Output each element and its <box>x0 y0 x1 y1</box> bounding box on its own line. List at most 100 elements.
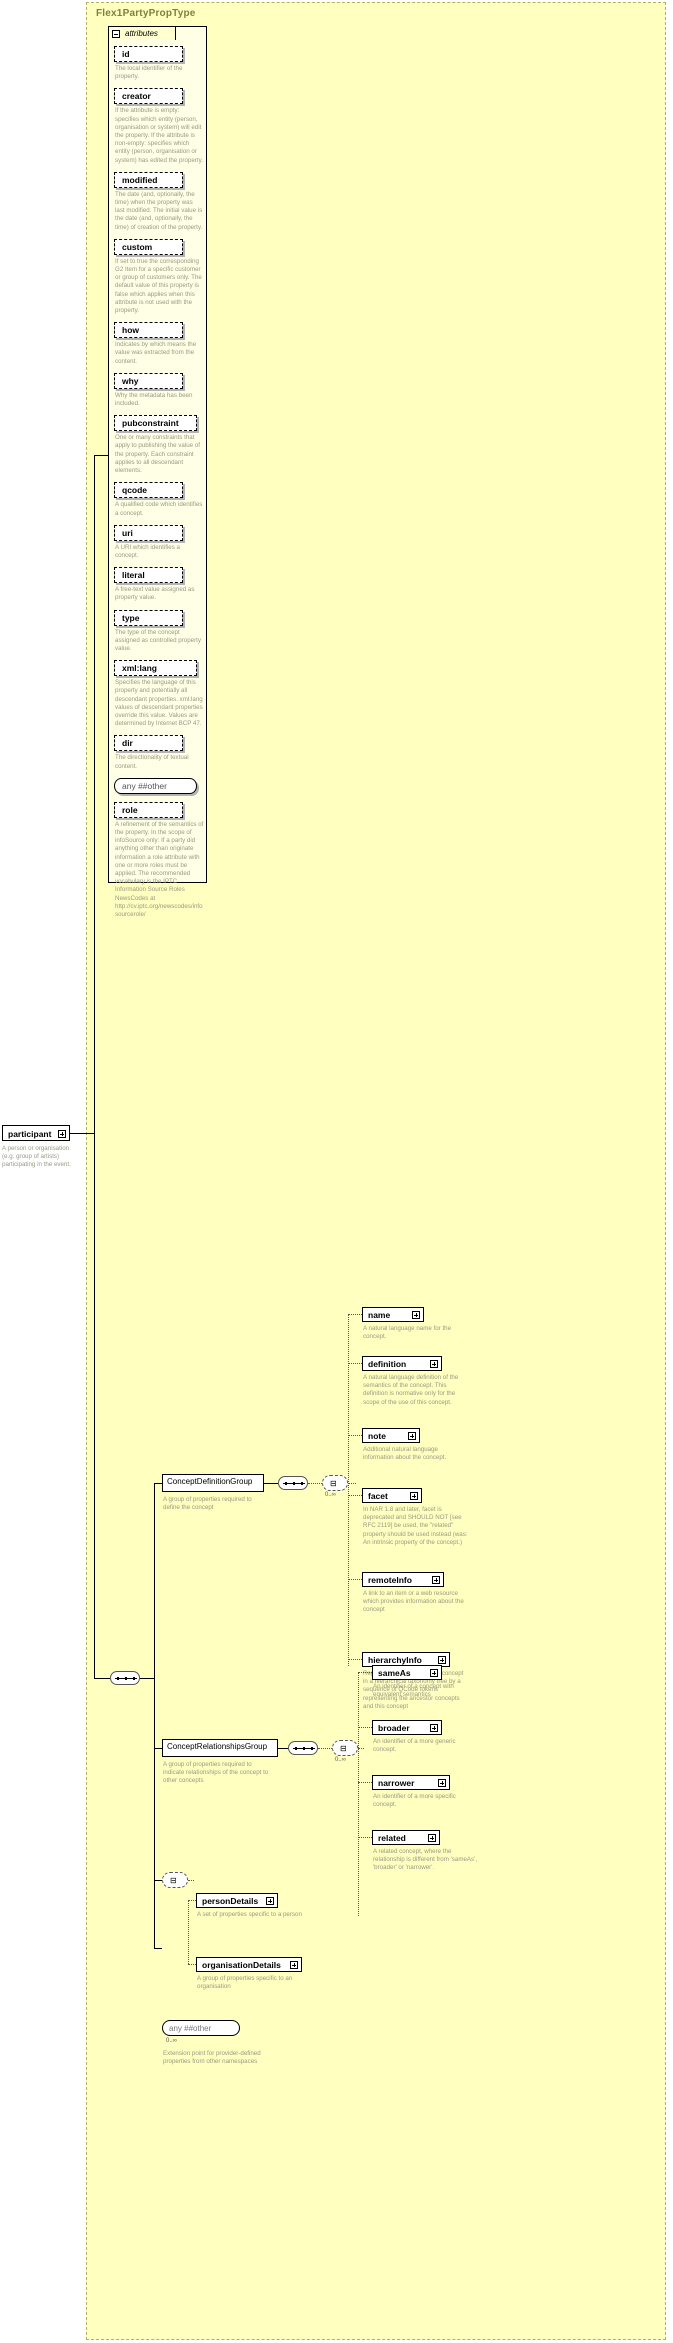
element-label: remoteInfo <box>368 1575 412 1585</box>
element-label: name <box>368 1310 391 1320</box>
attribute-description: A refinement of the semantics of the pro… <box>115 820 204 918</box>
expand-icon[interactable] <box>428 1834 436 1842</box>
attribute-item[interactable]: why Why the metadata has been included. <box>114 371 204 408</box>
expand-icon[interactable] <box>430 1669 438 1677</box>
attribute-type[interactable]: type <box>114 609 183 626</box>
attribute-role[interactable]: role <box>114 801 183 818</box>
choice-connector-relationships[interactable]: ⊟ <box>332 1740 358 1756</box>
expand-icon[interactable] <box>430 1724 438 1732</box>
attribute-creator[interactable]: creator <box>114 88 183 105</box>
connector-line <box>188 1900 196 1901</box>
element-participant[interactable]: participant <box>2 1125 70 1141</box>
element-description: A set of properties specific to a person <box>197 1911 302 1918</box>
attribute-qcode[interactable]: qcode <box>114 482 183 499</box>
attribute-item[interactable]: dir The directionality of textual conten… <box>114 733 204 770</box>
connector-line <box>358 1672 372 1673</box>
connector-line <box>154 1483 155 1948</box>
element-label: any ##other <box>169 2024 212 2033</box>
sequence-connector[interactable] <box>110 1671 140 1685</box>
group-description: A group of properties required to define… <box>163 1496 252 1512</box>
attribute-item[interactable]: literal A free-text value assigned as pr… <box>114 565 204 602</box>
choice-icon: ⊟ <box>340 1744 347 1753</box>
attribute-dir[interactable]: dir <box>114 735 183 752</box>
expand-icon[interactable] <box>58 1130 66 1138</box>
choice-connector-details[interactable]: ⊟ <box>162 1872 188 1888</box>
element-definition[interactable]: definition <box>362 1356 442 1371</box>
attribute-item[interactable]: pubconstraint One or many constraints th… <box>114 413 204 475</box>
sequence-connector[interactable] <box>278 1476 308 1490</box>
element-related[interactable]: related <box>372 1830 440 1845</box>
attribute-item[interactable]: how Indicates by which means the value w… <box>114 320 204 366</box>
element-any-other[interactable]: any ##other <box>162 2020 240 2036</box>
element-description: Additional natural language information … <box>363 1446 447 1462</box>
attribute-item[interactable]: creator If the attribute is empty: speci… <box>114 86 204 164</box>
attribute-item[interactable]: custom If set to true the corresponding … <box>114 237 204 315</box>
attribute-uri[interactable]: uri <box>114 524 183 541</box>
occurrence-label: 0..∞ <box>166 2038 177 2044</box>
attribute-why[interactable]: why <box>114 372 183 389</box>
expand-icon[interactable] <box>432 1576 440 1584</box>
expand-icon[interactable] <box>412 1311 420 1319</box>
element-note[interactable]: note <box>362 1428 420 1443</box>
element-label: broader <box>378 1723 410 1733</box>
expand-icon[interactable] <box>408 1432 416 1440</box>
choice-connector-definition[interactable]: ⊟ <box>322 1475 348 1491</box>
attribute-description: Indicates by which means the value was e… <box>115 341 197 365</box>
element-label: organisationDetails <box>202 1960 281 1970</box>
expand-icon[interactable] <box>438 1656 446 1664</box>
attributes-tab[interactable]: attributes <box>108 26 176 40</box>
element-name[interactable]: name <box>362 1307 424 1322</box>
attribute-description: The type of the concept assigned as cont… <box>115 628 201 652</box>
connector-line <box>308 1483 322 1484</box>
choice-icon: ⊟ <box>330 1479 337 1488</box>
attribute-modified[interactable]: modified <box>114 171 183 188</box>
sequence-connector[interactable] <box>288 1741 318 1755</box>
attribute-item[interactable]: uri A URI which identifies a concept. <box>114 523 204 560</box>
attribute-item[interactable]: qcode A qualified code which identifies … <box>114 480 204 517</box>
connector-line <box>348 1363 362 1364</box>
attribute-id[interactable]: id <box>114 46 183 62</box>
element-organisation-details[interactable]: organisationDetails <box>196 1957 302 1972</box>
attribute-xml-lang[interactable]: xml:lang <box>114 660 197 677</box>
element-description: A link to an item or a web resource whic… <box>363 1590 464 1614</box>
attributes-tab-label: attributes <box>125 29 158 38</box>
expand-icon[interactable] <box>290 1961 298 1969</box>
element-label: related <box>378 1833 406 1843</box>
connector-line <box>94 455 95 1134</box>
group-label: ConceptRelationshipsGroup <box>167 1742 268 1751</box>
group-concept-relationships[interactable]: ConceptRelationshipsGroup <box>162 1739 278 1757</box>
attribute-item[interactable]: type The type of the concept assigned as… <box>114 608 204 654</box>
element-remote-info[interactable]: remoteInfo <box>362 1572 444 1587</box>
element-broader[interactable]: broader <box>372 1720 442 1735</box>
element-participant-label: participant <box>8 1129 52 1139</box>
expand-icon[interactable] <box>410 1492 418 1500</box>
connector-line <box>348 1483 356 1484</box>
element-facet[interactable]: facet <box>362 1488 422 1503</box>
element-person-details[interactable]: personDetails <box>196 1893 278 1908</box>
attribute-item[interactable]: modified The date (and, optionally, the … <box>114 170 204 232</box>
collapse-icon[interactable] <box>112 30 120 38</box>
attribute-how[interactable]: how <box>114 322 183 339</box>
element-description: A natural language name for the concept. <box>363 1325 452 1341</box>
attribute-item[interactable]: role A refinement of the semantics of th… <box>114 800 204 919</box>
expand-icon[interactable] <box>430 1360 438 1368</box>
expand-icon[interactable] <box>266 1897 274 1905</box>
attribute-pubconstraint[interactable]: pubconstraint <box>114 415 197 432</box>
attribute-literal[interactable]: literal <box>114 567 183 584</box>
element-label: sameAs <box>378 1668 411 1678</box>
attribute-item[interactable]: id The local identifier of the property. <box>114 44 204 81</box>
attribute-item[interactable]: xml:lang Specifies the language of this … <box>114 658 204 728</box>
element-label: narrower <box>378 1778 415 1788</box>
connector-line <box>154 1483 162 1484</box>
attribute-item[interactable]: any ##other <box>114 776 204 796</box>
expand-icon[interactable] <box>438 1779 446 1787</box>
attribute-custom[interactable]: custom <box>114 238 183 255</box>
connector-line <box>188 1900 189 1964</box>
element-narrower[interactable]: narrower <box>372 1775 450 1790</box>
attribute-description: The local identifier of the property. <box>115 65 183 81</box>
attribute-any-other[interactable]: any ##other <box>114 777 197 794</box>
attribute-description: A URI which identifies a concept. <box>115 543 180 559</box>
element-same-as[interactable]: sameAs <box>372 1665 442 1680</box>
group-concept-definition[interactable]: ConceptDefinitionGroup <box>162 1474 264 1492</box>
connector-line <box>70 1133 94 1134</box>
